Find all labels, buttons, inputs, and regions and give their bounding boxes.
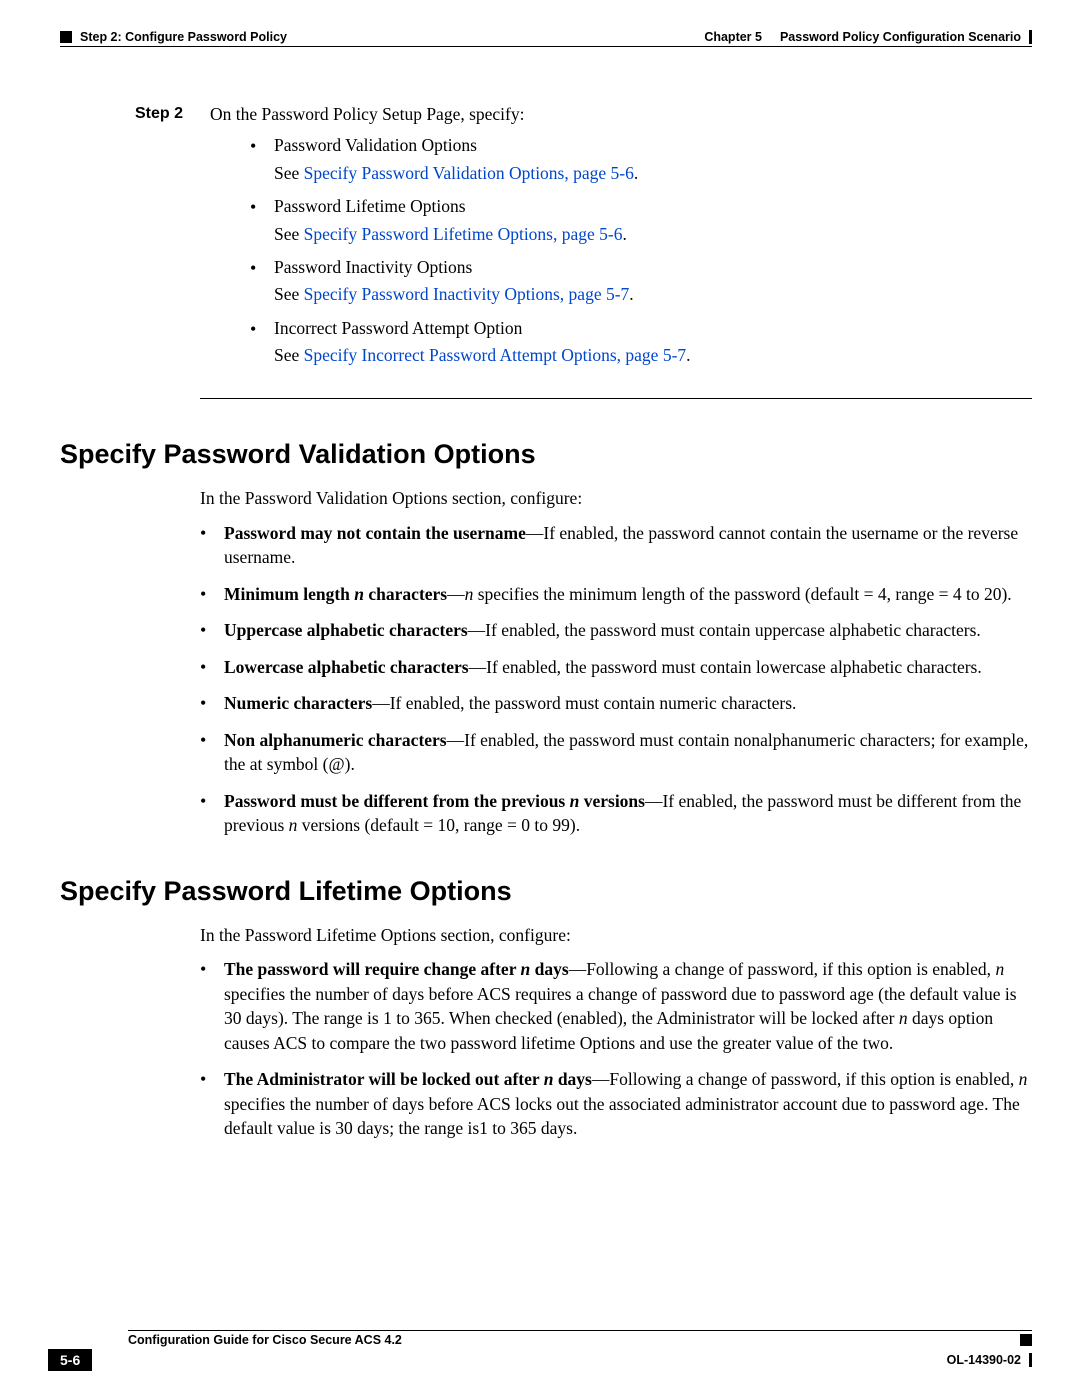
step-block: Step 2 On the Password Policy Setup Page… <box>135 102 1032 368</box>
step-label: Step 2 <box>135 102 210 127</box>
step-item-title: Password Inactivity Options <box>274 257 472 277</box>
step-item-title: Password Validation Options <box>274 135 477 155</box>
divider <box>200 398 1032 399</box>
page-number: 5-6 <box>48 1349 92 1371</box>
step-item-title: Password Lifetime Options <box>274 196 466 216</box>
footer-tick-icon <box>1029 1353 1032 1367</box>
footer-marker-icon <box>1020 1334 1032 1346</box>
list-item: Numeric characters—If enabled, the passw… <box>200 691 1032 716</box>
list-item: Lowercase alphabetic characters—If enabl… <box>200 655 1032 680</box>
list-item: Non alphanumeric characters—If enabled, … <box>200 728 1032 777</box>
list-item: Minimum length n characters—n specifies … <box>200 582 1032 607</box>
list-item: Password must be different from the prev… <box>200 789 1032 838</box>
header-tick-icon <box>1029 30 1032 44</box>
cross-ref-link[interactable]: Specify Incorrect Password Attempt Optio… <box>304 345 687 365</box>
header-chapter: Chapter 5 <box>704 30 762 44</box>
step-intro: On the Password Policy Setup Page, speci… <box>210 102 524 127</box>
step-item-title: Incorrect Password Attempt Option <box>274 318 522 338</box>
step-item: Password Inactivity Options See Specify … <box>250 255 1032 308</box>
list-item: The Administrator will be locked out aft… <box>200 1067 1032 1141</box>
page-footer: Configuration Guide for Cisco Secure ACS… <box>48 1330 1032 1371</box>
header-left-text: Step 2: Configure Password Policy <box>80 30 287 44</box>
section-heading-validation: Specify Password Validation Options <box>60 439 1032 470</box>
header-marker-icon <box>60 31 72 43</box>
list-item: Password may not contain the username—If… <box>200 521 1032 570</box>
list-item: The password will require change after n… <box>200 957 1032 1055</box>
footer-doc-title: Configuration Guide for Cisco Secure ACS… <box>128 1333 402 1347</box>
step-item: Password Lifetime Options See Specify Pa… <box>250 194 1032 247</box>
header-title: Password Policy Configuration Scenario <box>780 30 1021 44</box>
cross-ref-link[interactable]: Specify Password Validation Options, pag… <box>304 163 634 183</box>
footer-doc-id: OL-14390-02 <box>947 1353 1021 1367</box>
step-item: Password Validation Options See Specify … <box>250 133 1032 186</box>
list-item: Uppercase alphabetic characters—If enabl… <box>200 618 1032 643</box>
section-intro: In the Password Validation Options secti… <box>200 486 1032 511</box>
cross-ref-link[interactable]: Specify Password Lifetime Options, page … <box>304 224 623 244</box>
step-item: Incorrect Password Attempt Option See Sp… <box>250 316 1032 369</box>
section-intro: In the Password Lifetime Options section… <box>200 923 1032 948</box>
cross-ref-link[interactable]: Specify Password Inactivity Options, pag… <box>304 284 630 304</box>
section-heading-lifetime: Specify Password Lifetime Options <box>60 876 1032 907</box>
page-header: Step 2: Configure Password Policy Chapte… <box>60 30 1032 47</box>
